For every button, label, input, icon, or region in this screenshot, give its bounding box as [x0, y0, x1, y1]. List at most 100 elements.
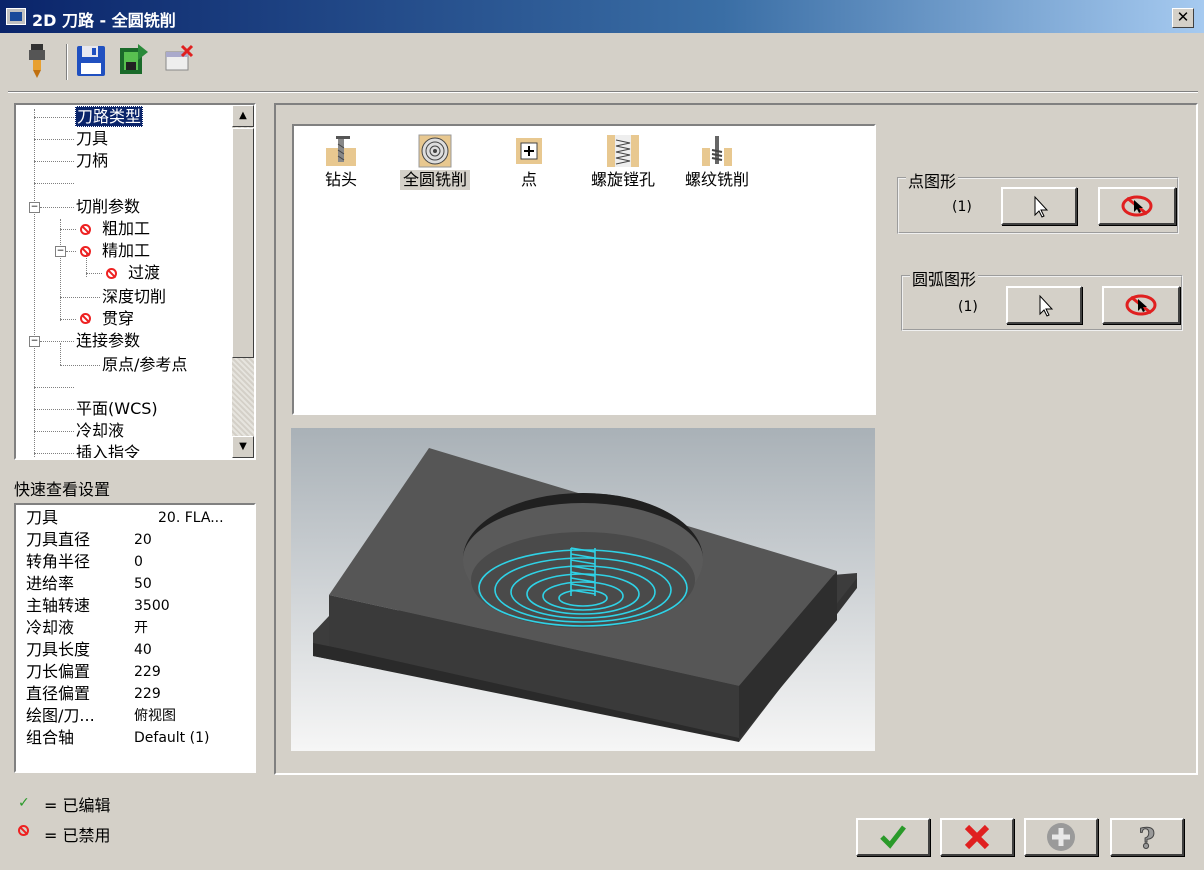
delete-icon[interactable]	[162, 42, 196, 80]
cancel-button[interactable]	[940, 818, 1014, 856]
disabled-icon	[80, 246, 91, 257]
type-point[interactable]: 点	[484, 130, 574, 190]
tree-item-rough[interactable]: 粗加工	[102, 219, 150, 239]
tree-item-finish[interactable]: 精加工	[102, 241, 150, 261]
qv-label: 绘图/刀...	[26, 706, 95, 725]
export-icon[interactable]	[116, 42, 150, 80]
apply-add-button[interactable]	[1024, 818, 1098, 856]
qv-label: 组合轴	[26, 728, 75, 747]
type-helix-bore[interactable]: 螺旋镗孔	[578, 130, 668, 190]
tree-item-break-through[interactable]: 贯穿	[102, 309, 134, 329]
tree-item-transition[interactable]: 过渡	[128, 263, 160, 283]
tree-scrollbar[interactable]: ▲ ▼	[232, 105, 254, 458]
tree-item-holder[interactable]: 刀柄	[76, 151, 108, 171]
parameter-tree[interactable]: − − − 刀路类型 刀具 刀柄 切削参数 粗加工 精加工 过渡 深度切削 贯穿…	[14, 103, 256, 460]
help-icon: ?	[1138, 822, 1155, 856]
circle-mill-icon	[418, 134, 452, 168]
arc-geometry-title: 圆弧图形	[910, 266, 979, 290]
tree-item-tool[interactable]: 刀具	[76, 129, 108, 149]
qv-value: 229	[134, 664, 161, 680]
select-points-button[interactable]	[1001, 187, 1077, 225]
app-icon	[6, 8, 26, 25]
type-circle-mill[interactable]: 全圆铣削	[390, 130, 480, 190]
quick-view-panel: 刀具 20. FLA... 刀具直径 20 转角半径 0 进给率 50 主轴转速…	[14, 503, 256, 773]
tree-item-coolant[interactable]: 冷却液	[76, 421, 124, 441]
tool-icon[interactable]	[20, 42, 54, 80]
qv-value: 0	[134, 554, 143, 570]
type-thread-mill[interactable]: 螺纹铣削	[672, 130, 762, 190]
quick-view-title: 快速查看设置	[14, 480, 111, 499]
qv-label: 直径偏置	[26, 684, 91, 703]
qv-value: 3500	[134, 598, 170, 614]
tree-item-home-ref[interactable]: 原点/参考点	[102, 355, 187, 375]
scroll-up-button[interactable]: ▲	[232, 105, 254, 127]
scroll-down-button[interactable]: ▼	[232, 436, 254, 458]
cancel-x-icon	[964, 824, 990, 850]
help-button[interactable]: ?	[1110, 818, 1184, 856]
close-button[interactable]: ✕	[1172, 8, 1194, 28]
collapse-toggle-cut-params[interactable]: −	[29, 202, 40, 213]
qv-value: 20. FLA...	[158, 510, 224, 526]
qv-label: 刀具长度	[26, 640, 91, 659]
ok-button[interactable]	[856, 818, 930, 856]
tree-item-planes[interactable]: 平面(WCS)	[76, 399, 158, 419]
toolpath-preview	[291, 428, 875, 751]
qv-label: 刀长偏置	[26, 662, 91, 681]
qv-label: 主轴转速	[26, 596, 91, 615]
save-icon[interactable]	[74, 42, 108, 80]
qv-label: 转角半径	[26, 552, 91, 571]
qv-value: Default (1)	[134, 730, 210, 746]
disabled-icon	[80, 313, 91, 324]
toolbar-separator	[66, 44, 68, 80]
qv-value: 40	[134, 642, 152, 658]
toolpath-type-list[interactable]: 钻头 全圆铣削 点 螺旋镗孔 螺纹铣削	[292, 124, 876, 415]
tree-item-link-params[interactable]: 连接参数	[76, 331, 140, 351]
clear-arcs-button[interactable]	[1102, 286, 1180, 324]
toolbar-divider	[8, 91, 1198, 93]
select-arcs-button[interactable]	[1006, 286, 1082, 324]
cursor-icon	[1034, 195, 1049, 218]
qv-value: 20	[134, 532, 152, 548]
type-label: 钻头	[324, 170, 357, 189]
qv-label: 进给率	[26, 574, 75, 593]
type-label: 点	[520, 170, 537, 189]
qv-label: 冷却液	[26, 618, 75, 637]
type-drill[interactable]: 钻头	[296, 130, 386, 190]
drill-icon	[324, 134, 358, 168]
type-label: 螺纹铣削	[684, 170, 749, 189]
tree-item-toolpath-type[interactable]: 刀路类型	[75, 106, 144, 127]
tree-item-cut-params[interactable]: 切削参数	[76, 197, 140, 217]
qv-value: 开	[134, 620, 148, 636]
type-label: 全圆铣削	[399, 170, 470, 190]
helix-bore-icon	[606, 134, 640, 168]
tree-item-depth-cuts[interactable]: 深度切削	[102, 287, 166, 307]
qv-value: 50	[134, 576, 152, 592]
window-title: 2D 刀路 - 全圆铣削	[32, 11, 176, 30]
clear-selection-icon	[1125, 294, 1157, 316]
disabled-icon	[18, 825, 29, 836]
cursor-icon	[1039, 294, 1054, 317]
title-bar: 2D 刀路 - 全圆铣削 ✕	[0, 0, 1204, 33]
point-icon	[512, 134, 546, 168]
collapse-toggle-finish[interactable]: −	[55, 246, 66, 257]
collapse-toggle-link-params[interactable]: −	[29, 336, 40, 347]
edited-check-icon: ✓	[18, 795, 30, 811]
disabled-icon	[80, 224, 91, 235]
legend-edited: = 已编辑	[44, 796, 111, 815]
qv-label: 刀具	[26, 508, 59, 527]
point-geometry-count: (1)	[952, 199, 972, 215]
check-icon	[880, 825, 906, 849]
svg-text:?: ?	[1139, 822, 1155, 854]
point-geometry-title: 点图形	[906, 168, 959, 192]
arc-geometry-count: (1)	[958, 299, 978, 315]
clear-selection-icon	[1121, 195, 1153, 217]
tree-item-insert-codes[interactable]: 插入指令	[76, 443, 140, 458]
thread-mill-icon	[700, 134, 734, 168]
scroll-thumb[interactable]	[232, 128, 254, 358]
legend-disabled: = 已禁用	[44, 826, 111, 845]
qv-label: 刀具直径	[26, 530, 91, 549]
type-label: 螺旋镗孔	[590, 170, 655, 189]
qv-value: 俯视图	[134, 708, 176, 724]
disabled-icon	[106, 268, 117, 279]
clear-points-button[interactable]	[1098, 187, 1176, 225]
